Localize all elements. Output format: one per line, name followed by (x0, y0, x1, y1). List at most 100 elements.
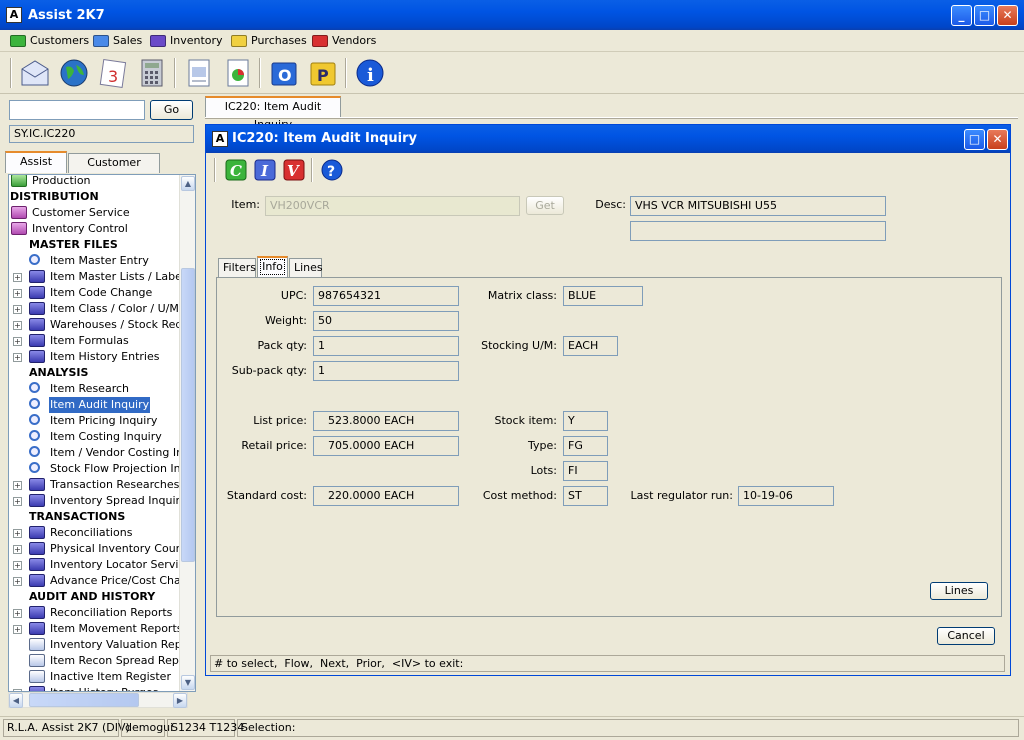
pack-qty-label: Pack qty: (257, 339, 307, 352)
tab-lines[interactable]: Lines (289, 258, 323, 278)
cancel-button[interactable]: Cancel (937, 627, 995, 645)
tree-horizontal-scrollbar[interactable]: ◀ ▶ (8, 692, 188, 708)
p-icon[interactable]: P (307, 57, 339, 89)
desc-field[interactable]: VHS VCR MITSUBISHI U55 (630, 196, 886, 216)
folder-icon (29, 606, 45, 619)
mail-icon[interactable] (19, 57, 51, 89)
tree-item-label: Reconciliation Reports (50, 606, 173, 619)
lots-field: FI (563, 461, 608, 481)
tree-section-label: AUDIT AND HISTORY (29, 590, 156, 603)
outlook-icon[interactable]: O (268, 57, 300, 89)
expand-icon[interactable]: + (13, 353, 22, 362)
tree-section-label: TRANSACTIONS (29, 510, 126, 523)
p-glyph: P (317, 66, 329, 85)
c-icon[interactable]: C (224, 158, 248, 182)
cost-method-field: ST (563, 486, 608, 506)
folder-icon (29, 526, 45, 539)
expand-icon[interactable]: + (13, 609, 22, 618)
tree-item-label: Item Movement Reports (50, 622, 183, 635)
tree-item-label: Item Code Change (50, 286, 153, 299)
printer-icon (29, 638, 45, 651)
tree-item-label: Inventory Spread Inquiries (50, 494, 196, 507)
main-toolbar: 3 O P i (0, 52, 1024, 94)
close-button[interactable]: ✕ (997, 5, 1018, 26)
expand-icon[interactable]: + (13, 337, 22, 346)
minimize-button[interactable]: _ (951, 5, 972, 26)
menu-sales[interactable]: Sales (93, 32, 142, 50)
sub-pack-qty-field: 1 (313, 361, 459, 381)
expand-icon[interactable]: + (13, 321, 22, 330)
menu-inventory[interactable]: Inventory (150, 32, 223, 50)
tree-item-label: Production (32, 174, 91, 187)
standard-cost-field: 220.0000 EACH (313, 486, 459, 506)
expand-icon[interactable]: + (13, 577, 22, 586)
help-icon[interactable]: ? (320, 158, 344, 182)
expand-icon[interactable]: + (13, 529, 22, 538)
calendar-icon[interactable]: 3 (97, 57, 129, 89)
tree-item-label: Reconciliations (50, 526, 133, 539)
item-label: Item: (231, 198, 260, 211)
tree-section-heading: TRANSACTIONS (29, 509, 125, 525)
menu-vendors[interactable]: Vendors (312, 32, 376, 50)
report-icon[interactable] (183, 57, 215, 89)
list-price-field: 523.8000 EACH (313, 411, 459, 431)
expand-icon[interactable]: + (13, 481, 22, 490)
menu-customers[interactable]: Customers (10, 32, 89, 50)
status-user: demogui (121, 719, 173, 737)
item-field[interactable]: VH200VCR (265, 196, 520, 216)
maximize-button[interactable]: □ (974, 5, 995, 26)
hscroll-thumb[interactable] (29, 693, 139, 707)
scroll-down-button[interactable]: ▼ (181, 675, 195, 690)
folder-icon (29, 318, 45, 331)
expand-icon[interactable]: + (13, 305, 22, 314)
folder-icon (150, 35, 166, 47)
go-button[interactable]: Go (150, 100, 193, 120)
toolbar-separator (345, 58, 347, 88)
tree-item-label: Item Costing Inquiry (50, 430, 162, 443)
tree-section-heading: MASTER FILES (29, 237, 118, 253)
scroll-thumb[interactable] (181, 268, 195, 562)
inquiry-title: IC220: Item Audit Inquiry (232, 131, 417, 146)
expand-icon[interactable]: + (13, 497, 22, 506)
desc-label: Desc: (595, 198, 626, 211)
scroll-up-button[interactable]: ▲ (181, 176, 195, 191)
get-button[interactable]: Get (526, 196, 564, 215)
inquiry-close-button[interactable]: ✕ (987, 129, 1008, 150)
expand-icon[interactable]: + (13, 289, 22, 298)
info-icon[interactable]: i (354, 57, 386, 89)
calculator-icon[interactable] (136, 57, 168, 89)
stocking-um-label: Stocking U/M: (481, 339, 557, 352)
expand-icon[interactable]: + (13, 545, 22, 554)
search-input[interactable] (9, 100, 145, 120)
tab-customer-service[interactable]: Customer Service (68, 153, 160, 187)
v-icon[interactable]: V (282, 158, 306, 182)
tree-item-label: Item Master Entry (50, 254, 149, 267)
tree-vertical-scrollbar[interactable]: ▲ ▼ (179, 175, 195, 691)
lines-button[interactable]: Lines (930, 582, 988, 600)
magnifier-icon (29, 414, 40, 425)
menu-purchases[interactable]: Purchases (231, 32, 307, 50)
desc-line2-field[interactable] (630, 221, 886, 241)
scroll-left-button[interactable]: ◀ (9, 693, 23, 708)
path-display: SY.IC.IC220 (9, 125, 194, 143)
expand-icon[interactable]: + (13, 625, 22, 634)
tree-item-label: Item Class / Color / U/M (50, 302, 179, 315)
chart-icon[interactable] (222, 57, 254, 89)
i-icon[interactable]: I (253, 158, 277, 182)
tab-info[interactable]: Info (257, 256, 288, 278)
expand-icon[interactable]: + (13, 273, 22, 282)
status-selection: Selection: (237, 719, 1019, 737)
window-title: Assist 2K7 (28, 8, 105, 23)
tab-filters[interactable]: Filters (218, 258, 256, 278)
tab-ic220[interactable]: IC220: Item Audit Inquiry (205, 96, 341, 131)
last-regulator-run-label: Last regulator run: (630, 489, 733, 502)
tree-item-label: Inventory Control (32, 222, 128, 235)
globe-icon[interactable] (58, 57, 90, 89)
scroll-right-button[interactable]: ▶ (173, 693, 187, 708)
tab-divider (205, 117, 1018, 119)
expand-icon[interactable]: + (13, 561, 22, 570)
inquiry-maximize-button[interactable]: □ (964, 129, 985, 150)
folder-icon (29, 334, 45, 347)
tab-assist-2k7[interactable]: Assist 2K7 (5, 151, 67, 186)
retail-price-field: 705.0000 EACH (313, 436, 459, 456)
